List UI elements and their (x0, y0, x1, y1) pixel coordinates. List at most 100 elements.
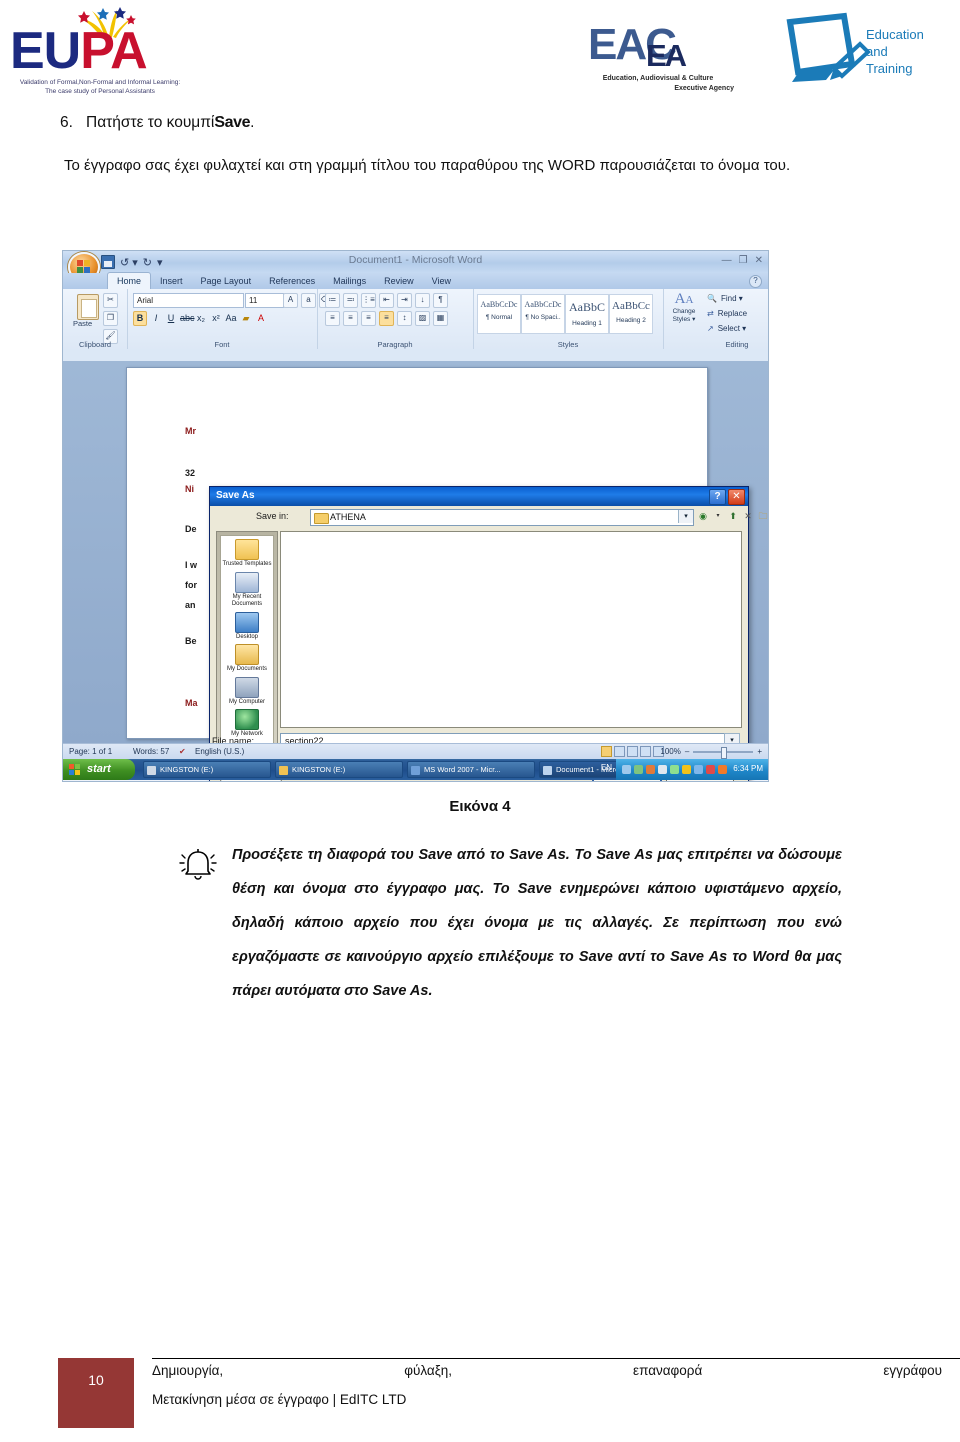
font-name-input[interactable]: Arial (133, 293, 244, 308)
zoom-control[interactable]: 100% – + (660, 746, 762, 759)
show-marks-icon[interactable]: ¶ (433, 293, 448, 308)
place-trusted-templates[interactable]: Trusted Templates (221, 536, 273, 569)
tray-icon-4[interactable] (658, 765, 667, 774)
clock[interactable]: 6:34 PM (733, 764, 763, 773)
start-button[interactable]: start (63, 759, 135, 780)
tab-insert[interactable]: Insert (151, 273, 192, 290)
increase-indent-icon[interactable]: ⇥ (397, 293, 412, 308)
tab-references[interactable]: References (260, 273, 324, 290)
tray-icon-2[interactable] (634, 765, 643, 774)
place-my-documents[interactable]: My Documents (221, 641, 273, 674)
style-card-normal[interactable]: AaBbCcDc ¶ Normal (477, 294, 521, 334)
minimize-icon[interactable]: — (722, 255, 732, 266)
change-case-button[interactable]: Aa (225, 312, 237, 325)
superscript-button[interactable]: x² (210, 312, 222, 325)
language-indicator[interactable]: EN (601, 763, 612, 772)
italic-button[interactable]: I (150, 312, 162, 325)
dialog-close-icon[interactable]: ✕ (728, 489, 745, 505)
align-left-icon[interactable]: ≡ (325, 311, 340, 326)
justify-icon[interactable]: ≡ (379, 311, 394, 326)
taskbar-item[interactable]: MS Word 2007 - Micr... (407, 761, 535, 778)
back-icon[interactable]: ◉ (697, 510, 709, 522)
proofing-icon[interactable]: ✔ (179, 747, 186, 756)
tray-icon-6[interactable] (682, 765, 691, 774)
file-list-area[interactable] (280, 531, 742, 728)
style-card-heading2[interactable]: AaBbCc Heading 2 (609, 294, 653, 334)
view-buttons[interactable] (601, 746, 664, 757)
tab-review[interactable]: Review (375, 273, 423, 290)
ribbon-tabs[interactable]: Home Insert Page Layout References Maili… (63, 272, 768, 290)
delete-icon[interactable]: ✕ (742, 510, 754, 522)
change-styles-icon[interactable]: AA (667, 291, 701, 308)
web-layout-icon[interactable] (627, 746, 638, 757)
sort-icon[interactable]: ↓ (415, 293, 430, 308)
numbering-icon[interactable]: ≕ (343, 293, 358, 308)
multilevel-list-icon[interactable]: ⋮≡ (361, 293, 376, 308)
system-tray[interactable]: 6:34 PM (616, 759, 768, 780)
align-right-icon[interactable]: ≡ (361, 311, 376, 326)
print-layout-icon[interactable] (601, 746, 612, 757)
dialog-help-icon[interactable]: ? (709, 489, 726, 505)
tab-page-layout[interactable]: Page Layout (192, 273, 261, 290)
zoom-level[interactable]: 100% (660, 747, 680, 756)
font-size-input[interactable]: 11 (245, 293, 284, 308)
full-screen-reading-icon[interactable] (614, 746, 625, 757)
dialog-toolbar[interactable]: ◉ ▾ ⬆ ✕ 🗀 ▤ ▾ (697, 510, 768, 522)
tray-icon-7[interactable] (694, 765, 703, 774)
style-card-heading1[interactable]: AaBbC Heading 1 (565, 294, 609, 334)
font-format-buttons[interactable]: B I U abc x₂ x² Aa ▰ A (133, 311, 267, 326)
select-button[interactable]: ↗ Select ▾ (707, 324, 746, 333)
tray-icon-9[interactable] (718, 765, 727, 774)
underline-button[interactable]: U (165, 312, 177, 325)
decrease-indent-icon[interactable]: ⇤ (379, 293, 394, 308)
tab-home[interactable]: Home (107, 272, 152, 290)
highlight-color-icon[interactable]: ▰ (240, 312, 252, 325)
tray-icon-8[interactable] (706, 765, 715, 774)
new-folder-icon[interactable]: 🗀 (757, 510, 768, 522)
zoom-slider[interactable] (693, 746, 754, 759)
place-desktop[interactable]: Desktop (221, 609, 273, 642)
tray-icon-3[interactable] (646, 765, 655, 774)
place-my-network[interactable]: My Network (221, 706, 273, 739)
borders-icon[interactable]: ▦ (433, 311, 448, 326)
places-bar[interactable]: Trusted Templates My Recent Documents De… (216, 531, 278, 771)
copy-icon[interactable]: ❐ (103, 311, 118, 326)
status-language[interactable]: English (U.S.) (195, 747, 244, 756)
find-button[interactable]: 🔍 Find ▾ (707, 294, 743, 303)
chevron-down-icon[interactable]: ▾ (678, 510, 693, 523)
grow-font-icon[interactable]: A (283, 293, 298, 308)
place-my-computer[interactable]: My Computer (221, 674, 273, 707)
strikethrough-button[interactable]: abc (180, 312, 195, 325)
tools-dropdown-icon[interactable]: ▾ (273, 780, 277, 781)
bullets-icon[interactable]: ≔ (325, 293, 340, 308)
back-dropdown-icon[interactable]: ▾ (712, 510, 724, 522)
window-controls[interactable]: — ❐ ✕ (722, 255, 763, 266)
close-icon[interactable]: ✕ (755, 255, 763, 266)
tab-mailings[interactable]: Mailings (324, 273, 375, 290)
line-spacing-icon[interactable]: ↕ (397, 311, 412, 326)
taskbar-item[interactable]: KINGSTON (E:) (275, 761, 403, 778)
replace-button[interactable]: ⇄ Replace (707, 309, 747, 318)
paste-icon[interactable] (77, 294, 99, 320)
taskbar-item[interactable]: KINGSTON (E:) (143, 761, 271, 778)
tab-view[interactable]: View (423, 273, 460, 290)
align-center-icon[interactable]: ≡ (343, 311, 358, 326)
places-list[interactable]: Trusted Templates My Recent Documents De… (220, 535, 274, 767)
tray-icon-1[interactable] (622, 765, 631, 774)
maximize-icon[interactable]: ❐ (739, 255, 748, 266)
font-color-icon[interactable]: A (255, 312, 267, 325)
subscript-button[interactable]: x₂ (195, 312, 207, 325)
up-one-level-icon[interactable]: ⬆ (727, 510, 739, 522)
shading-icon[interactable]: ▨ (415, 311, 430, 326)
zoom-out-icon[interactable]: – (685, 747, 689, 756)
cut-icon[interactable]: ✂ (103, 293, 118, 308)
shrink-font-icon[interactable]: a (301, 293, 316, 308)
save-in-combobox[interactable]: ATHENA ▾ (310, 509, 694, 526)
style-card-no-spacing[interactable]: AaBbCcDc ¶ No Spaci.. (521, 294, 565, 334)
tray-icon-5[interactable] (670, 765, 679, 774)
dialog-window-controls[interactable]: ? ✕ (709, 489, 745, 505)
save-as-dialog[interactable]: Save As ? ✕ Save in: ATHENA ▾ ◉ ▾ ⬆ ✕ 🗀 … (209, 486, 768, 781)
help-icon[interactable]: ? (749, 275, 762, 288)
place-my-recent-documents[interactable]: My Recent Documents (221, 569, 273, 609)
outline-icon[interactable] (640, 746, 651, 757)
